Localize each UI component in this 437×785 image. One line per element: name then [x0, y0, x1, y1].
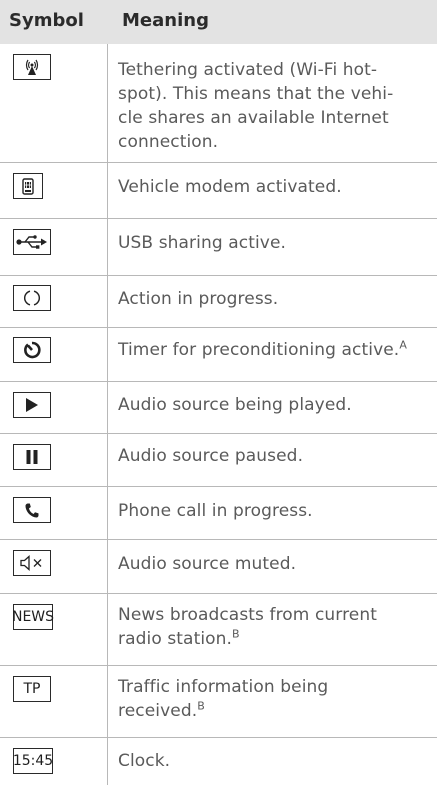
row-divider [0, 327, 437, 328]
meaning-column-header: Meaning [122, 10, 209, 31]
meaning-line: Tethering activated (Wi-Fi hot- [118, 60, 378, 80]
meaning-text: Vehicle modem activated. [118, 175, 428, 199]
meaning-line: Audio source paused. [118, 446, 304, 466]
meaning-line: Clock. [118, 751, 171, 771]
meaning-line: Audio source muted. [118, 554, 297, 574]
pause-icon [13, 444, 51, 470]
meaning-text: Phone call in progress. [118, 499, 428, 523]
play-icon [13, 392, 51, 418]
meaning-line: News broadcasts from current [118, 605, 377, 625]
row-divider [0, 218, 437, 219]
tp-icon: TP [13, 676, 51, 702]
meaning-line: connection. [118, 132, 219, 152]
wifi-hotspot-icon [13, 54, 51, 80]
row-divider [0, 539, 437, 540]
row-divider [0, 486, 437, 487]
row-divider [0, 737, 437, 738]
meaning-line: Audio source being played. [118, 395, 352, 415]
meaning-text: Timer for preconditioning active.A [118, 338, 428, 362]
meaning-line: Action in progress. [118, 289, 279, 309]
meaning-text: Clock. [118, 749, 428, 773]
footnote-marker: B [197, 699, 205, 713]
clock-icon: 15:45 [13, 748, 53, 774]
meaning-line: cle shares an available Internet [118, 108, 389, 128]
meaning-line: Phone call in progress. [118, 501, 313, 521]
footnote-marker: A [399, 338, 407, 352]
meaning-line: Vehicle modem activated. [118, 177, 342, 197]
meaning-text: Tethering activated (Wi-Fi hot-spot). Th… [118, 58, 428, 154]
mute-icon [13, 550, 51, 576]
meaning-line: Traffic information being [118, 677, 329, 697]
meaning-text: Audio source being played. [118, 393, 428, 417]
row-divider [0, 665, 437, 666]
table-header: Symbol Meaning [0, 0, 437, 44]
meaning-text: News broadcasts from current radio statio… [118, 603, 428, 651]
meaning-line: spot). This means that the vehi- [118, 84, 394, 104]
usb-icon [13, 229, 51, 255]
row-divider [0, 275, 437, 276]
row-divider [0, 381, 437, 382]
phone-icon [13, 497, 51, 523]
column-divider [107, 44, 108, 785]
row-divider [0, 162, 437, 163]
footnote-marker: B [232, 627, 240, 641]
row-divider [0, 433, 437, 434]
meaning-line: USB sharing active. [118, 233, 287, 253]
news-icon: NEWS [11, 604, 55, 630]
meaning-line: Timer for preconditioning active.A [118, 338, 407, 360]
symbol-label: TP [23, 681, 41, 697]
row-divider [0, 593, 437, 594]
meaning-text: Action in progress. [118, 287, 428, 311]
meaning-line: received.B [118, 699, 205, 721]
timer-icon [13, 337, 51, 363]
vehicle-modem-icon [13, 173, 43, 199]
symbol-label: NEWS [11, 609, 55, 625]
meaning-text: Audio source paused. [118, 444, 428, 468]
meaning-text: Audio source muted. [118, 552, 428, 576]
meaning-line: radio station.B [118, 627, 240, 649]
symbol-column-header: Symbol [9, 10, 84, 31]
meaning-text: Traffic information being received.B [118, 675, 428, 723]
meaning-text: USB sharing active. [118, 231, 428, 255]
action-progress-icon [13, 285, 51, 311]
symbol-label: 15:45 [12, 753, 54, 769]
